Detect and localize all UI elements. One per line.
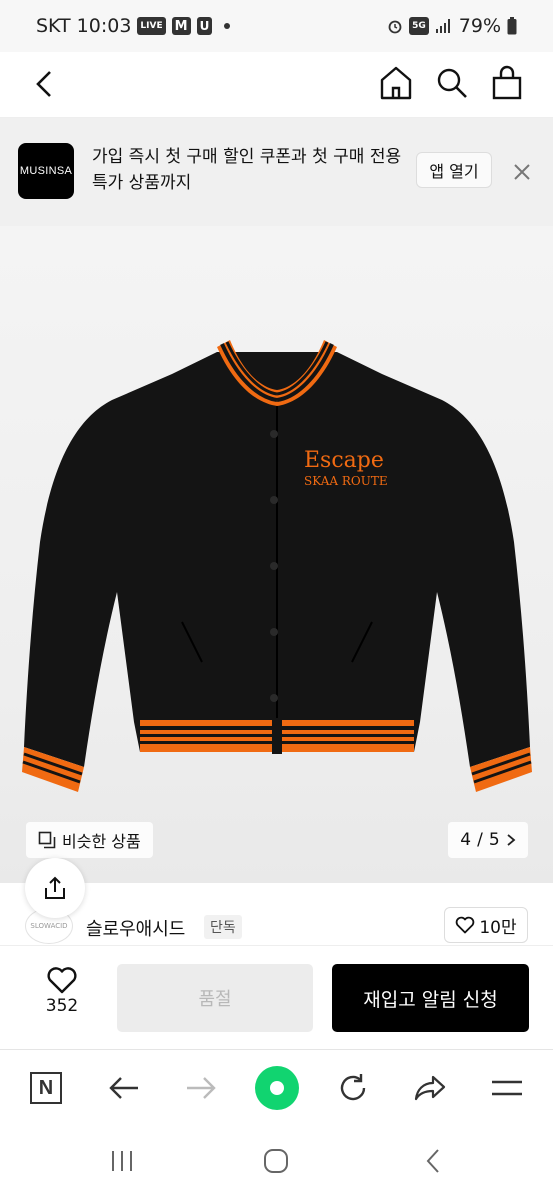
battery-icon [507,17,517,35]
wishlist-count: 352 [45,996,79,1016]
more-notifications-icon [224,23,231,29]
naver-n-icon: N [30,1072,62,1104]
banner-message: 가입 즉시 첫 구매 할인 쿠폰과 첫 구매 전용 특가 상품까지 [92,147,402,193]
alarm-icon [388,20,402,34]
sold-out-button: 품절 [117,964,313,1032]
chevron-left-icon[interactable] [28,66,64,102]
browser-toolbar: N [0,1049,553,1127]
live-badge-icon: LIVE [137,17,166,35]
share-icon [45,876,65,899]
recent-apps-icon[interactable] [108,1147,136,1175]
close-icon[interactable] [510,160,534,184]
similar-products-label: 비슷한 상품 [62,832,141,851]
open-app-button[interactable]: 앱 열기 [416,152,492,188]
copy-icon [38,831,56,849]
browser-forward-button[interactable] [181,1068,221,1108]
purchase-bar: 352 품절 재입고 알림 신청 [0,945,553,1049]
network-type-icon: 5G [409,17,429,35]
signal-icon [435,19,450,33]
status-bar: SKT 10:03 LIVE M U 5G 79% [0,0,553,52]
m-app-icon: M [171,17,191,35]
pager-current: 4 [460,830,472,850]
hamburger-menu-icon [492,1080,522,1096]
embroidery-text-bottom: SKAA ROUTE [304,474,388,488]
restock-alert-button[interactable]: 재입고 알림 신청 [332,964,529,1032]
exclusive-badge: 단독 [204,915,242,939]
wishlist-button[interactable]: 352 [36,966,88,1016]
home-icon[interactable] [378,64,414,102]
varsity-jacket-image: Escape SKAA ROUTE [22,340,532,792]
embroidery-text-top: Escape [304,448,384,473]
share-button[interactable] [25,858,85,918]
system-navigation-bar [0,1127,553,1200]
browser-menu-button[interactable] [487,1068,527,1108]
brand-like-button[interactable]: 10만 [444,907,528,943]
app-install-banner: MUSINSA 가입 즉시 첫 구매 할인 쿠폰과 첫 구매 전용 특가 상품까… [0,118,553,226]
image-pager[interactable]: 4 / 5 [448,822,528,858]
heart-icon [47,967,77,994]
brand-like-count: 10만 [479,917,517,938]
similar-products-button[interactable]: 비슷한 상품 [26,822,153,858]
battery-percent: 79% [458,15,501,37]
pager-separator: / [477,830,483,850]
reload-button[interactable] [333,1068,373,1108]
arrow-left-icon [109,1077,138,1099]
share-arrow-icon [414,1075,446,1101]
musinsa-logo: MUSINSA [18,143,74,199]
refresh-icon [340,1074,366,1101]
naver-home-button[interactable]: N [26,1068,66,1108]
home-button-icon[interactable] [262,1147,290,1175]
top-navigation [0,52,553,118]
brand-name[interactable]: 슬로우애시드 [86,915,185,941]
product-image-carousel[interactable]: Escape SKAA ROUTE 비슷한 상품 4 / 5 [0,226,553,883]
browser-back-button[interactable] [104,1068,144,1108]
system-back-icon[interactable] [420,1147,448,1175]
pager-total: 5 [488,830,500,850]
green-dot-button[interactable] [254,1066,300,1110]
carrier-label: SKT [36,15,71,37]
browser-share-button[interactable] [410,1068,450,1108]
heart-icon [456,916,475,934]
u-app-icon: U [196,17,213,35]
arrow-right-icon [187,1077,216,1099]
green-dot-icon [255,1066,299,1110]
search-icon[interactable] [434,64,470,102]
clock: 10:03 [76,15,132,37]
shopping-bag-icon[interactable] [490,64,526,102]
chevron-right-icon [507,834,516,846]
